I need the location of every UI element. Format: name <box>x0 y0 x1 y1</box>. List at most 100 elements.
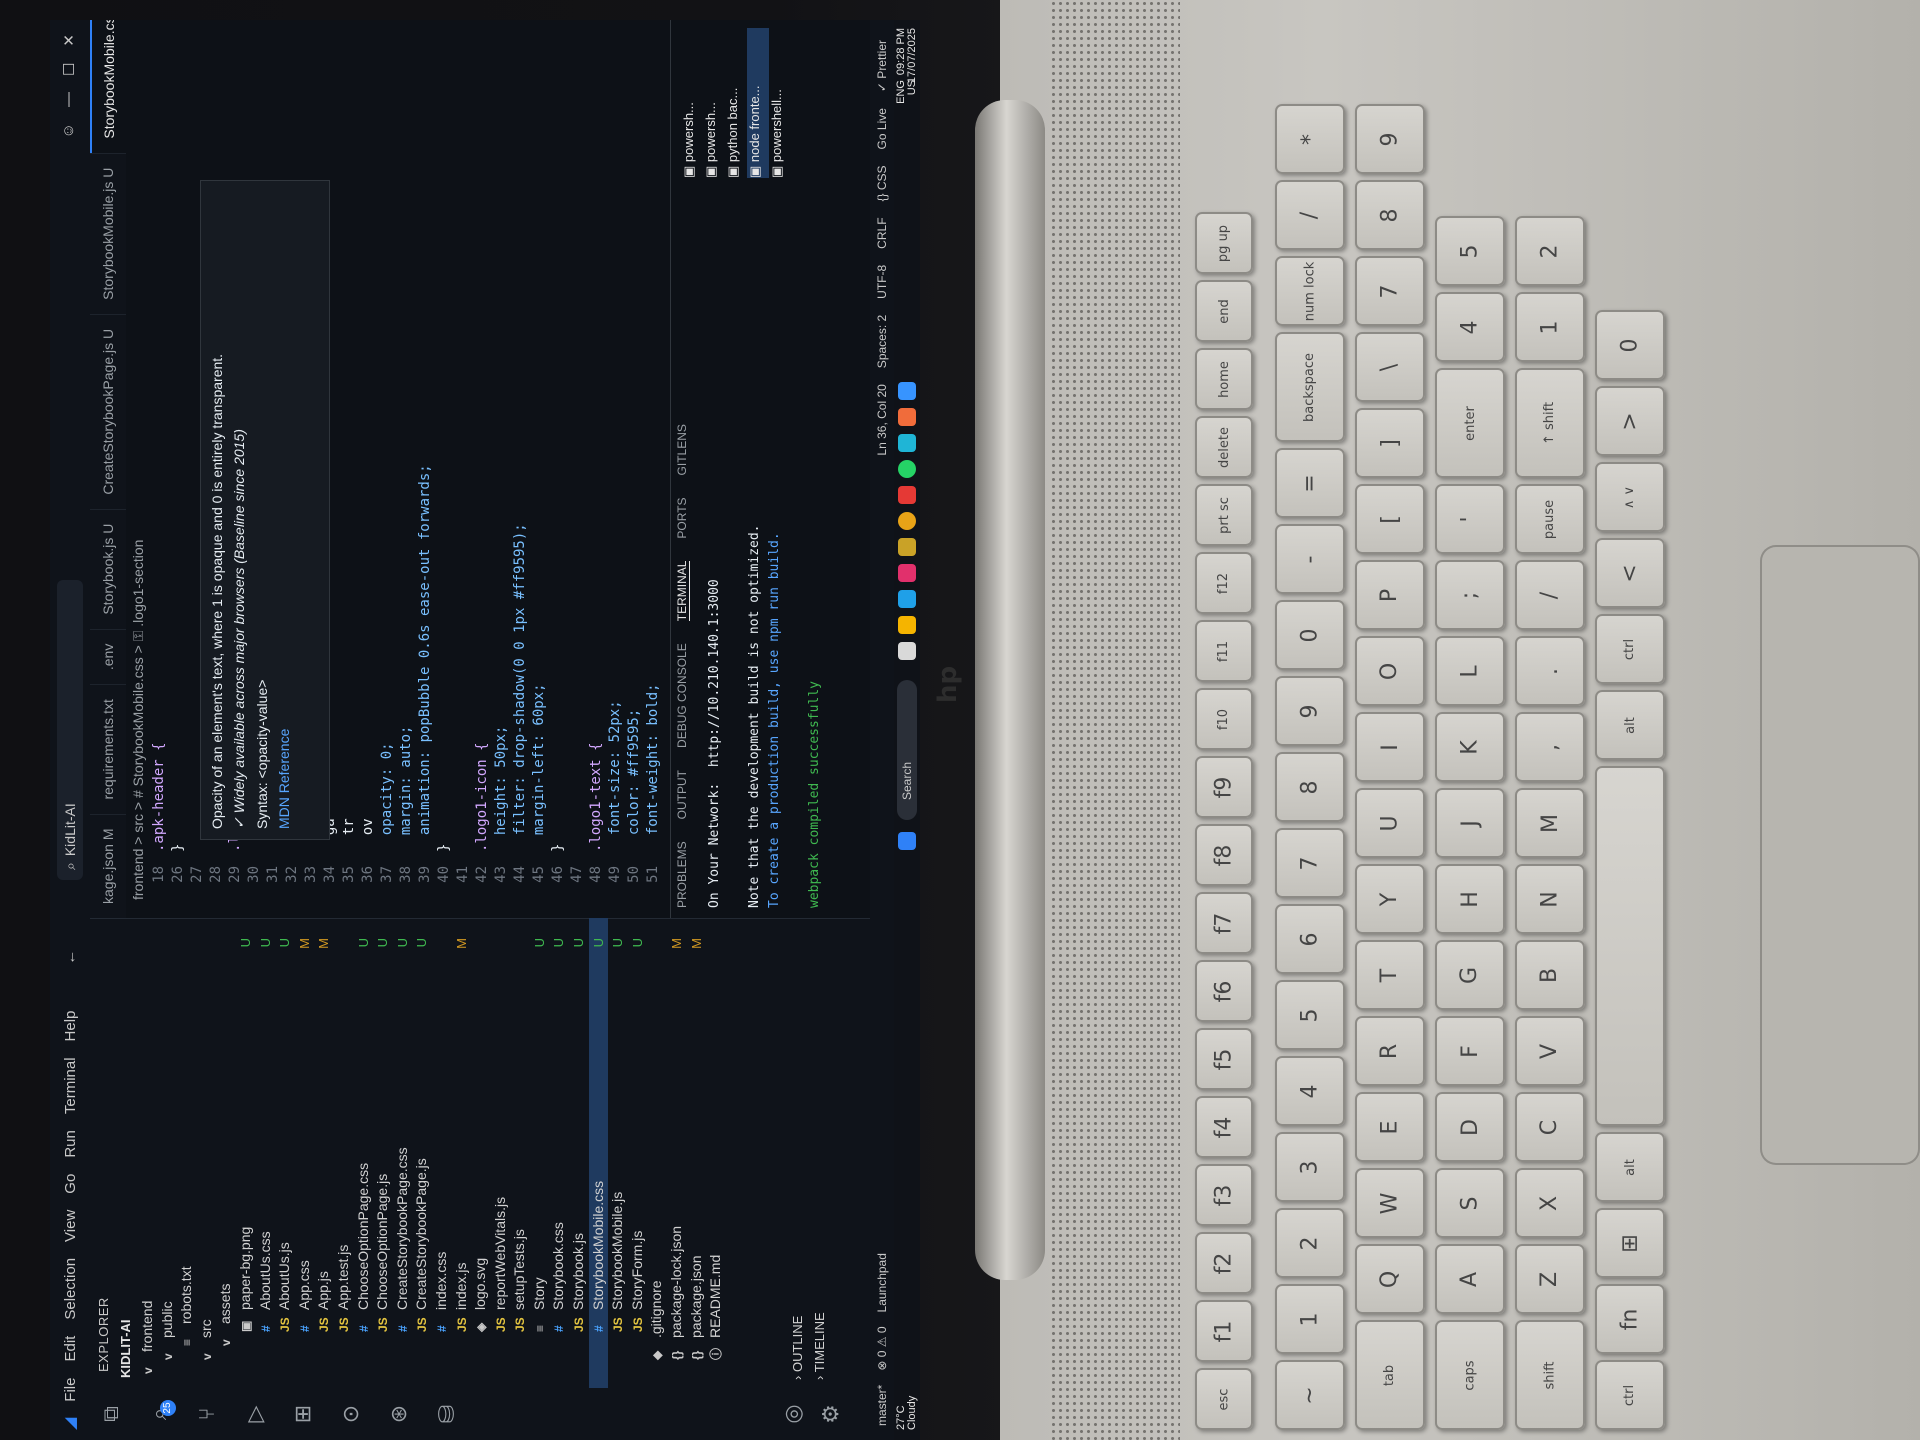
tree-item[interactable]: ≡ robots.txt <box>177 918 197 1388</box>
clock[interactable]: 09:28 PM 17/07/2025 <box>895 28 918 83</box>
app-icon[interactable] <box>898 434 916 452</box>
minimize-button[interactable]: — <box>60 92 78 107</box>
terminal-item[interactable]: ▣ powersh... <box>703 28 725 178</box>
tree-item[interactable]: JS StoryForm.js U <box>628 918 648 1388</box>
close-button[interactable]: ✕ <box>60 34 78 47</box>
menu-selection[interactable]: Selection <box>62 1258 79 1320</box>
start-button[interactable] <box>898 832 916 850</box>
touchpad[interactable] <box>1760 545 1920 1165</box>
tree-item[interactable]: v frontend <box>138 918 158 1388</box>
menu-file[interactable]: File <box>62 1378 79 1402</box>
launchpad[interactable]: Launchpad <box>875 1253 889 1312</box>
mdn-reference-link[interactable]: MDN Reference <box>276 191 292 829</box>
tree-item[interactable]: # App.css M <box>295 918 315 1388</box>
tree-item[interactable]: JS App.js M <box>314 918 334 1388</box>
tree-item[interactable]: JS setupTests.js <box>510 918 530 1388</box>
breadcrumb[interactable]: frontend > src > # StorybookMobile.css >… <box>130 540 147 900</box>
cursor-position[interactable]: Ln 36, Col 20 <box>875 384 889 455</box>
app-icon[interactable] <box>898 538 916 556</box>
menu-run[interactable]: Run <box>62 1130 79 1158</box>
tab-storybook-mobile-css[interactable]: StorybookMobile.css U✕ <box>90 20 126 153</box>
source-control-icon[interactable]: ⑂ <box>194 1400 222 1428</box>
terminal-item[interactable]: ▣ powershell... <box>769 28 791 178</box>
tree-item[interactable]: v assets <box>216 918 236 1388</box>
outline-section[interactable]: › OUTLINE <box>790 1316 805 1380</box>
panel-tab-output[interactable]: OUTPUT <box>675 770 690 819</box>
edge-icon[interactable] <box>898 590 916 608</box>
maximize-button[interactable]: ☐ <box>60 63 78 76</box>
tree-item[interactable]: ◈ logo.svg <box>471 918 491 1388</box>
explorer-icon[interactable]: ⧉ <box>98 1400 126 1428</box>
chrome-icon[interactable] <box>898 512 916 530</box>
menu-view[interactable]: View <box>62 1210 79 1242</box>
menu-help[interactable]: Help <box>62 1011 79 1042</box>
prettier[interactable]: ✓ Prettier <box>875 40 889 92</box>
panel-tab-debug-console[interactable]: DEBUG CONSOLE <box>675 643 690 748</box>
tree-item[interactable]: JS App.test.js <box>334 918 354 1388</box>
line-ending[interactable]: CRLF <box>875 217 889 248</box>
problems-count[interactable]: ⊗ 0 ⚠ 0 <box>875 1326 889 1370</box>
tree-item[interactable]: v src <box>197 918 217 1388</box>
tree-item[interactable]: # CreateStorybookPage.css U <box>393 918 413 1388</box>
run-debug-icon[interactable]: ▷ <box>242 1400 270 1428</box>
remote-explorer-icon[interactable]: ⊙ <box>338 1400 366 1428</box>
system-tray[interactable]: ENG US <box>895 80 918 104</box>
back-arrow-icon[interactable]: ← <box>62 950 79 965</box>
timeline-section[interactable]: › TIMELINE <box>812 1312 827 1380</box>
tab-package-json[interactable]: kage.json M <box>90 813 126 918</box>
command-center[interactable]: ⌕ KidLit-AI <box>57 580 83 880</box>
explorer-root-folder[interactable]: KIDLIT-AI <box>118 1320 133 1379</box>
tab-storybook-js[interactable]: Storybook.js U <box>90 508 126 629</box>
tree-item[interactable]: JS index.js M <box>452 918 472 1388</box>
tree-item[interactable]: JS Storybook.js U <box>569 918 589 1388</box>
settings-gear-icon[interactable]: ⚙ <box>818 1400 846 1428</box>
tree-item[interactable]: JS ChooseOptionPage.js U <box>373 918 393 1388</box>
tab-requirements[interactable]: requirements.txt <box>90 684 126 814</box>
menu-go[interactable]: Go <box>62 1174 79 1194</box>
git-branch[interactable]: master* <box>875 1385 889 1426</box>
account-sidebar-icon[interactable]: ◎ <box>780 1400 808 1428</box>
language-mode[interactable]: {} CSS <box>875 165 889 201</box>
menu-terminal[interactable]: Terminal <box>62 1057 79 1114</box>
account-icon[interactable]: ☺ <box>60 123 78 138</box>
instagram-icon[interactable] <box>898 564 916 582</box>
tree-item[interactable]: # ChooseOptionPage.css U <box>354 918 374 1388</box>
weather-widget[interactable]: 27°C Cloudy <box>895 1396 918 1430</box>
tree-item[interactable]: # Storybook.css U <box>549 918 569 1388</box>
panel-tab-gitlens[interactable]: GITLENS <box>675 424 690 475</box>
app-icon[interactable] <box>898 408 916 426</box>
encoding[interactable]: UTF-8 <box>875 265 889 299</box>
task-view-icon[interactable] <box>898 642 916 660</box>
taskbar-search[interactable]: Search <box>897 680 917 820</box>
panel-tab-terminal[interactable]: TERMINAL <box>675 560 690 622</box>
vscode-taskbar-icon[interactable] <box>898 382 916 400</box>
tree-item[interactable]: JS CreateStorybookPage.js U <box>412 918 432 1388</box>
tree-item[interactable]: ▣ paper-bg.png U <box>236 918 256 1388</box>
tree-item[interactable]: {} package.json M <box>687 918 707 1388</box>
terminal-output[interactable]: On Your Network: http://10.210.140.1:300… <box>707 524 827 908</box>
tree-item[interactable]: # AboutUs.css U <box>256 918 276 1388</box>
youtube-icon[interactable] <box>898 486 916 504</box>
extensions-icon[interactable]: ⊞ <box>290 1400 318 1428</box>
terminal-item[interactable]: ▣ node fronte... <box>747 28 769 178</box>
tree-item[interactable]: JS StorybookMobile.js U <box>608 918 628 1388</box>
file-explorer-icon[interactable] <box>898 616 916 634</box>
tab-env[interactable]: .env <box>90 628 126 685</box>
database-icon[interactable]: ⛁ <box>434 1400 462 1428</box>
terminal-item[interactable]: ▣ python bac... <box>725 28 747 178</box>
tree-item[interactable]: JS AboutUs.js U <box>275 918 295 1388</box>
terminal-item[interactable]: ▣ powersh... <box>681 28 703 178</box>
tree-item[interactable]: ◆ .gitignore <box>647 918 667 1388</box>
tree-item[interactable]: {} package-lock.json M <box>667 918 687 1388</box>
panel-tab-problems[interactable]: PROBLEMS <box>675 841 690 908</box>
gitlens-icon[interactable]: ⊛ <box>386 1400 414 1428</box>
go-live[interactable]: Go Live <box>875 108 889 149</box>
tab-create-storybook-page[interactable]: CreateStorybookPage.js U <box>90 313 126 509</box>
tree-item[interactable]: # StorybookMobile.css U <box>588 918 609 1388</box>
tree-item[interactable]: ≡ Story U <box>530 918 550 1388</box>
tree-item[interactable]: JS reportWebVitals.js <box>491 918 511 1388</box>
tab-storybook-mobile-js[interactable]: StorybookMobile.js U <box>90 152 126 314</box>
panel-tab-ports[interactable]: PORTS <box>675 497 690 538</box>
tree-item[interactable]: ⓘ README.md <box>706 918 726 1388</box>
indentation[interactable]: Spaces: 2 <box>875 315 889 368</box>
